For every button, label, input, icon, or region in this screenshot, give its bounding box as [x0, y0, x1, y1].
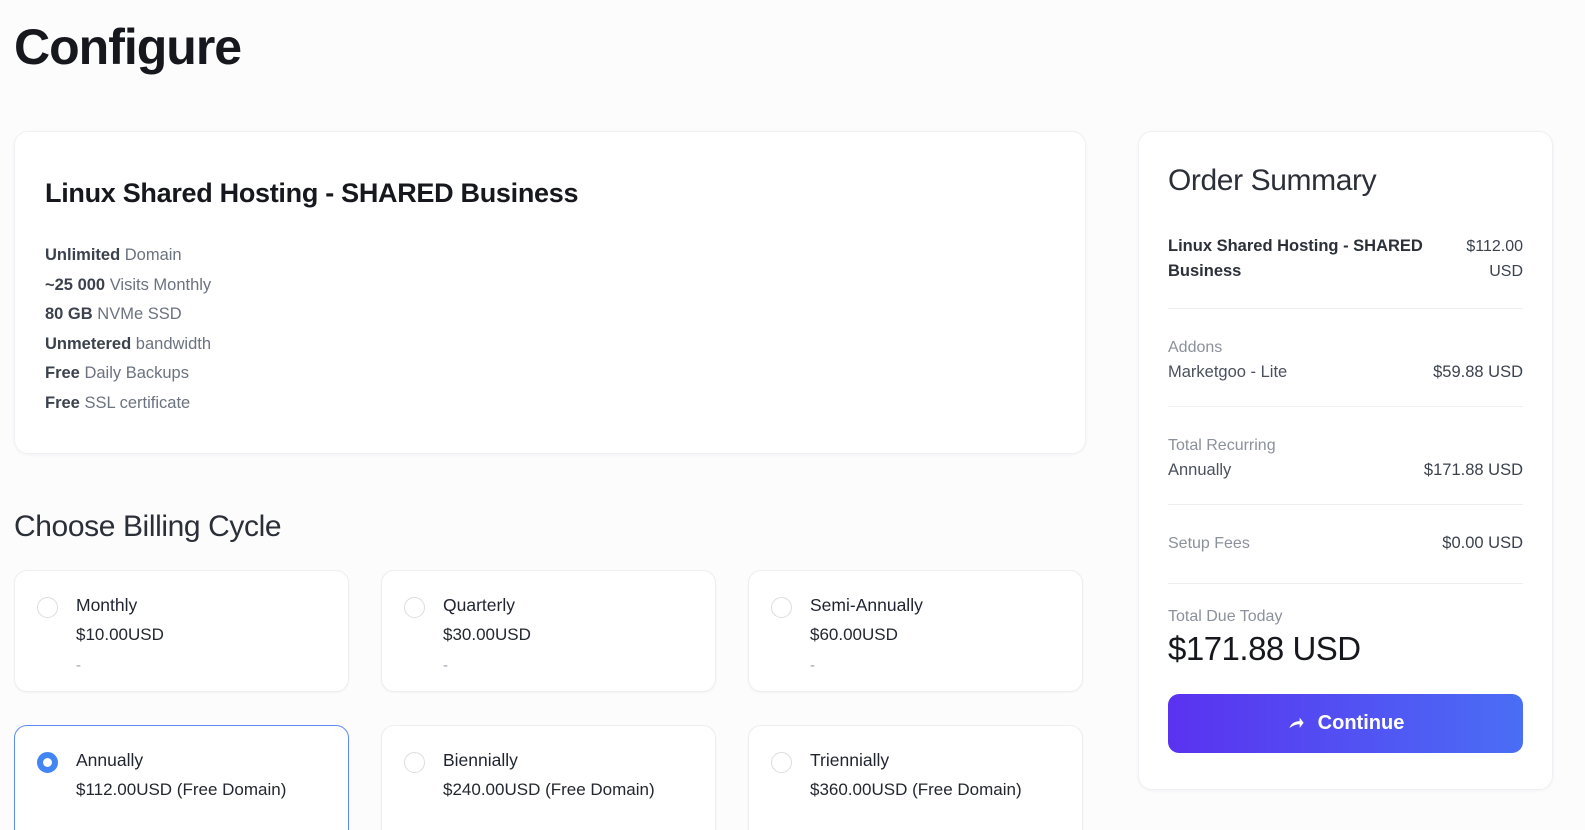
total-due-label: Total Due Today: [1168, 608, 1283, 625]
arrow-forward-icon: [1289, 717, 1304, 729]
billing-cycle-name: Semi-Annually: [810, 595, 923, 615]
total-recurring-row: Annually $171.88 USD: [1168, 461, 1523, 480]
order-summary-title: Order Summary: [1168, 164, 1377, 197]
billing-cycle-body: Triennially $360.00USD (Free Domain): [810, 749, 1022, 823]
billing-cycle-note: -: [76, 657, 81, 674]
configure-page: Configure Linux Shared Hosting - SHARED …: [0, 0, 1585, 830]
product-feature-list: Unlimited Domain ~25 000 Visits Monthly 80…: [45, 241, 1055, 418]
billing-cycle-body: Annually $112.00USD (Free Domain): [76, 749, 286, 823]
setup-fees-label: Setup Fees: [1168, 535, 1250, 552]
billing-cycle-price: $360.00USD (Free Domain): [810, 780, 1022, 799]
feature-item: Unlimited Domain: [45, 241, 1055, 271]
billing-cycle-body: Semi-Annually $60.00USD -: [810, 594, 923, 674]
recurring-cycle: Annually: [1168, 461, 1232, 479]
billing-cycle-name: Triennially: [810, 750, 890, 770]
feature-highlight: Free: [45, 364, 80, 382]
total-due-amount: $171.88 USD: [1168, 630, 1361, 667]
billing-cycle-name: Biennially: [443, 750, 518, 770]
billing-cycle-body: Biennially $240.00USD (Free Domain): [443, 749, 655, 823]
feature-text: Visits Monthly: [105, 275, 212, 294]
recurring-amount: $171.88 USD: [1423, 461, 1523, 479]
radio-button[interactable]: [37, 752, 58, 773]
feature-item: 80 GB NVMe SSD: [45, 300, 1055, 330]
addon-name: Marketgoo - Lite: [1168, 363, 1288, 381]
radio-button[interactable]: [404, 752, 425, 773]
billing-cycle-body: Quarterly $30.00USD -: [443, 594, 531, 674]
summary-line-item: Linux Shared Hosting - SHARED Business $…: [1168, 234, 1523, 284]
feature-highlight: ~25 000: [45, 275, 106, 294]
divider: [1168, 308, 1523, 309]
continue-button-label: Continue: [1317, 712, 1405, 734]
feature-highlight: Free: [45, 393, 80, 412]
total-recurring-label: Total Recurring: [1168, 437, 1276, 454]
feature-item: ~25 000 Visits Monthly: [45, 271, 1055, 301]
billing-cycle-option-semi-annually[interactable]: Semi-Annually $60.00USD -: [748, 570, 1083, 692]
feature-text: Domain: [120, 246, 182, 264]
feature-item: Unmetered bandwidth: [45, 330, 1055, 360]
feature-text: bandwidth: [131, 334, 212, 353]
feature-highlight: Unlimited: [45, 246, 121, 264]
addon-price: $59.88 USD: [1433, 363, 1523, 381]
summary-item-name: Linux Shared Hosting - SHARED Business: [1168, 237, 1423, 280]
addon-row: Marketgoo - Lite $59.88 USD: [1168, 363, 1523, 382]
billing-cycle-name: Annually: [76, 750, 144, 770]
product-title: Linux Shared Hosting - SHARED Business: [45, 178, 579, 208]
order-summary-column: Order Summary Linux Shared Hosting - SHA…: [1138, 131, 1553, 790]
billing-cycle-name: Quarterly: [443, 595, 515, 615]
feature-highlight: 80 GB: [45, 305, 93, 323]
billing-cycle-option-biennially[interactable]: Biennially $240.00USD (Free Domain): [381, 725, 716, 830]
feature-text: SSL certificate: [79, 393, 191, 412]
feature-item: Free SSL certificate: [45, 389, 1055, 419]
billing-cycle-option-triennially[interactable]: Triennially $360.00USD (Free Domain): [748, 725, 1083, 830]
radio-button[interactable]: [404, 597, 425, 618]
billing-cycle-price: $60.00USD: [810, 625, 898, 644]
billing-cycle-option-annually[interactable]: Annually $112.00USD (Free Domain): [14, 725, 349, 830]
setup-fees-amount: $0.00 USD: [1442, 534, 1523, 552]
divider: [1168, 504, 1523, 505]
billing-cycle-option-quarterly[interactable]: Quarterly $30.00USD -: [381, 570, 716, 692]
divider: [1168, 406, 1523, 407]
addons-list: Marketgoo - Lite $59.88 USD: [1168, 363, 1523, 382]
billing-cycle-price: $30.00USD: [443, 625, 531, 644]
feature-text: Daily Backups: [79, 364, 189, 382]
feature-highlight: Unmetered: [45, 334, 132, 353]
billing-cycle-body: Monthly $10.00USD -: [76, 594, 164, 674]
order-summary-card: Order Summary Linux Shared Hosting - SHA…: [1138, 131, 1553, 790]
billing-cycle-note: -: [443, 657, 448, 674]
billing-cycle-options: Monthly $10.00USD - Quarterly $30.00USD - Semi…: [14, 570, 1086, 830]
billing-cycle-name: Monthly: [76, 595, 138, 615]
continue-button[interactable]: Continue: [1168, 694, 1523, 753]
product-card: Linux Shared Hosting - SHARED Business U…: [14, 131, 1086, 454]
billing-cycle-option-monthly[interactable]: Monthly $10.00USD -: [14, 570, 349, 692]
summary-item-price: $112.00 USD: [1466, 238, 1523, 280]
radio-button[interactable]: [771, 752, 792, 773]
feature-text: NVMe SSD: [92, 305, 182, 323]
billing-cycle-price: $112.00USD (Free Domain): [76, 780, 287, 799]
divider: [1168, 583, 1523, 584]
billing-cycle-heading: Choose Billing Cycle: [14, 510, 282, 543]
main-column: Linux Shared Hosting - SHARED Business U…: [14, 131, 1086, 830]
billing-cycle-note: -: [810, 657, 815, 674]
page-layout: Linux Shared Hosting - SHARED Business U…: [14, 131, 1571, 830]
addons-label: Addons: [1168, 339, 1223, 356]
feature-item: Free Daily Backups: [45, 359, 1055, 389]
setup-fees-row: Setup Fees $0.00 USD: [1168, 529, 1523, 559]
radio-button[interactable]: [37, 597, 58, 618]
page-title: Configure: [14, 19, 242, 75]
billing-cycle-price: $10.00USD: [76, 625, 164, 644]
radio-button[interactable]: [771, 597, 792, 618]
billing-cycle-price: $240.00USD (Free Domain): [443, 780, 655, 799]
